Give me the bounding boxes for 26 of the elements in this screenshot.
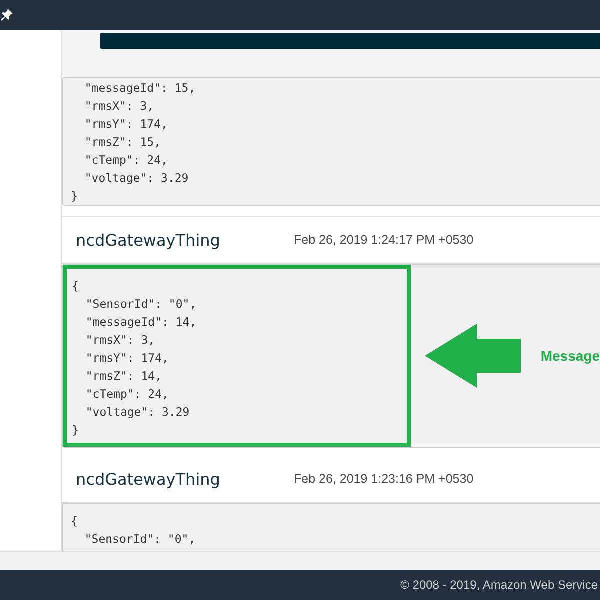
code-line: "voltage": 3.29 [84, 404, 190, 421]
arrow-icon [424, 324, 521, 388]
code-line: "rmsZ": 14, [84, 368, 162, 385]
code-line: "messageId": 15, [84, 80, 196, 97]
code-line: "cTemp": 24, [84, 386, 169, 403]
timestamp: Feb 26, 2019 1:24:17 PM +0530 [294, 233, 474, 247]
code-line: { [71, 513, 78, 530]
timestamp: Feb 26, 2019 1:23:16 PM +0530 [294, 472, 474, 486]
code-line: "cTemp": 24, [84, 152, 168, 169]
code-line: } [71, 188, 78, 205]
annotation-label: Message [540, 348, 600, 364]
code-line: "rmsY": 174, [84, 116, 168, 133]
code-line: "messageId": 14, [84, 314, 197, 331]
thing-name: ncdGatewayThing [76, 470, 222, 488]
code-line: "SensorId": "0", [84, 531, 196, 548]
pin-icon[interactable] [1, 9, 13, 21]
code-line: "rmsZ": 15, [84, 134, 162, 151]
code-line: } [72, 422, 79, 439]
code-line: "voltage": 3.29 [84, 170, 189, 187]
copyright-text: © 2008 - 2019, Amazon Web Service [400, 578, 598, 592]
code-line: "rmsX": 3, [84, 332, 156, 349]
code-line: "rmsX": 3, [84, 98, 154, 115]
code-line: "rmsY": 174, [84, 350, 169, 367]
code-line: { [72, 278, 79, 295]
code-line: "SensorId": "0", [84, 296, 197, 313]
thing-name: ncdGatewayThing [76, 230, 222, 250]
